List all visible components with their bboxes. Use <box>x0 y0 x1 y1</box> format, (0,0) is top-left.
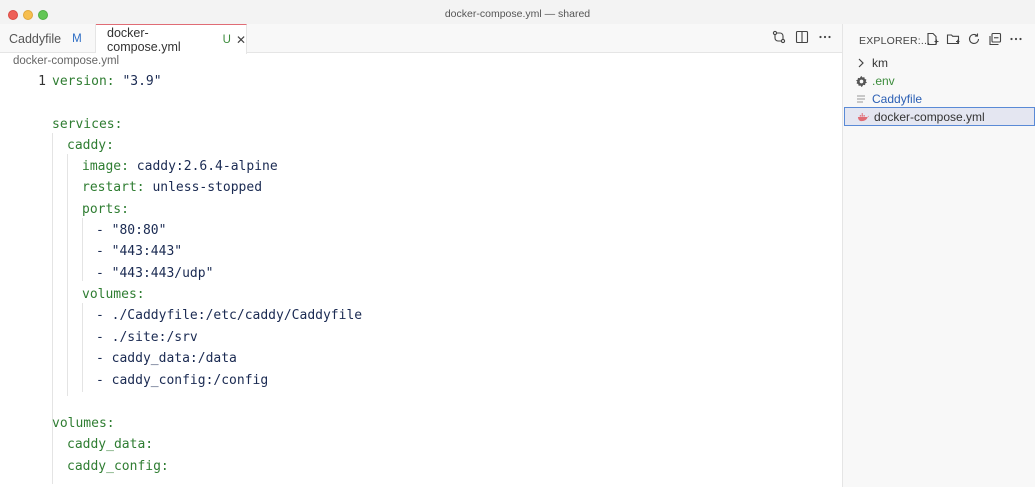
indent-guide <box>52 133 53 459</box>
tree-item-km[interactable]: km <box>843 54 1035 72</box>
code-line: - caddy_config:/config <box>96 373 269 388</box>
text-file-icon <box>855 94 867 104</box>
tree-item-env[interactable]: .env <box>843 72 1035 90</box>
editor-tab-bar: Caddyfile M docker-compose.yml U ✕ <box>0 24 842 54</box>
tree-item-label: .env <box>872 74 895 88</box>
indent-guide <box>82 218 83 281</box>
tree-item-label: Caddyfile <box>872 92 923 106</box>
code-line: - "80:80" <box>96 223 167 238</box>
indent-guide <box>67 154 68 396</box>
code-editor[interactable]: 1 version: "3.9" services: caddy: image:… <box>0 70 842 487</box>
code-line: - ./Caddyfile:/etc/caddy/Caddyfile <box>96 308 363 323</box>
tree-item-label: docker-compose.yml <box>874 109 985 124</box>
explorer-header: EXPLORER:... <box>859 35 931 47</box>
code-line: services: <box>52 117 123 132</box>
code-line: caddy_data: <box>67 437 154 452</box>
tab-label: docker-compose.yml <box>107 25 181 54</box>
new-folder-icon[interactable] <box>946 32 960 51</box>
code-line: ports: <box>82 202 129 217</box>
more-actions-icon[interactable] <box>818 30 832 44</box>
tab-label: Caddyfile <box>9 31 62 46</box>
code-line: restart: unless-stopped <box>82 180 263 195</box>
code-line: volumes: <box>82 287 145 302</box>
split-editor-icon[interactable] <box>795 30 809 44</box>
code-line: caddy_config: <box>67 459 169 474</box>
tab-modified-badge: M <box>72 32 82 45</box>
window-title: docker-compose.yml — shared <box>444 8 591 20</box>
new-file-icon[interactable] <box>925 32 939 51</box>
code-line: - "443:443/udp" <box>96 266 214 281</box>
docker-icon <box>857 112 869 122</box>
code-line: version: "3.9" <box>52 74 162 89</box>
more-actions-icon[interactable] <box>1009 32 1023 51</box>
tab-caddyfile[interactable]: Caddyfile M <box>0 24 96 53</box>
line-number: 1 <box>38 74 46 89</box>
code-line: image: caddy:2.6.4-alpine <box>82 159 278 174</box>
code-line: - ./site:/srv <box>96 330 198 345</box>
explorer-sidebar: EXPLORER:... km .env Caddyfile docker-co… <box>842 24 1035 487</box>
tab-docker-compose[interactable]: docker-compose.yml U ✕ <box>96 24 247 54</box>
indent-guide <box>52 434 53 484</box>
code-line: volumes: <box>52 416 115 431</box>
code-line: - caddy_data:/data <box>96 351 237 366</box>
refresh-icon[interactable] <box>967 32 981 51</box>
explorer-actions <box>925 32 1023 51</box>
tab-untracked-badge: U <box>222 33 231 46</box>
code-line: - "443:443" <box>96 244 183 259</box>
close-tab-icon[interactable]: ✕ <box>236 33 246 47</box>
collapse-all-icon[interactable] <box>988 32 1002 51</box>
breadcrumb[interactable]: docker-compose.yml <box>13 55 119 67</box>
code-line: caddy: <box>67 138 114 153</box>
indent-guide <box>82 303 83 392</box>
tree-item-label: km <box>872 56 888 70</box>
tree-item-caddyfile[interactable]: Caddyfile <box>843 90 1035 108</box>
compare-changes-icon[interactable] <box>772 30 786 44</box>
chevron-right-icon <box>855 58 867 68</box>
tree-item-docker-compose[interactable]: docker-compose.yml <box>844 107 1035 126</box>
editor-actions <box>772 30 832 44</box>
gear-icon <box>855 75 867 87</box>
